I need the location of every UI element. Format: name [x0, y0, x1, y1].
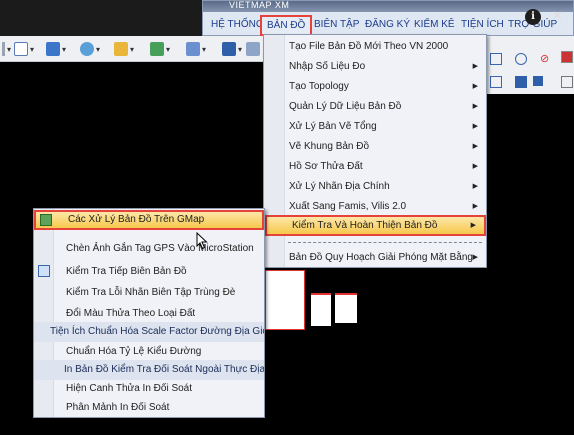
- gmap-icon: [40, 214, 52, 226]
- draw-icon-button[interactable]: ▾: [186, 41, 206, 57]
- document-icon-button[interactable]: ▾: [14, 41, 34, 57]
- image-icon-button[interactable]: ▾: [114, 41, 134, 57]
- image-icon: [114, 42, 128, 56]
- tool-icon-button[interactable]: [246, 41, 260, 57]
- menu-bien-tap[interactable]: BIÊN TẬP: [314, 19, 359, 30]
- layers-icon-button[interactable]: ▾: [46, 41, 66, 57]
- submenu-arrow-icon: ▶: [472, 163, 478, 170]
- submenu-arrow-icon: ▶: [472, 83, 478, 90]
- submenu-item[interactable]: Kiểm Tra Lỗi Nhãn Biên Tập Trùng Đè: [34, 283, 264, 303]
- dropdown-item[interactable]: Bản Đồ Quy Hoạch Giải Phóng Mặt Bằng ▶: [264, 247, 486, 268]
- square-icon[interactable]: [490, 76, 502, 88]
- dropdown-item[interactable]: Vẽ Khung Bản Đồ ▶: [264, 136, 486, 157]
- chart-icon: [150, 42, 164, 56]
- tiep-bien-icon: [38, 265, 50, 277]
- dropdown-item[interactable]: Hồ Sơ Thửa Đất ▶: [264, 156, 486, 177]
- submenu-arrow-icon: ▶: [472, 63, 478, 70]
- select-icon-button[interactable]: ▾: [222, 41, 242, 57]
- kiem-tra-submenu: Các Xử Lý Bản Đồ Trên GMap Chèn Ảnh Gắn …: [33, 208, 265, 418]
- ban-do-dropdown: Tạo File Bản Đồ Mới Theo VN 2000 Nhập Số…: [263, 34, 487, 268]
- submenu-item[interactable]: Kiểm Tra Tiếp Biên Bản Đồ: [34, 262, 264, 282]
- menu-dang-ky[interactable]: ĐĂNG KÝ: [365, 19, 410, 30]
- pointer-icon[interactable]: [561, 76, 573, 88]
- toolbar-grip: ▾: [2, 41, 11, 57]
- dropdown-item[interactable]: Nhập Số Liệu Đo ▶: [264, 56, 486, 77]
- tool-icon: [246, 42, 260, 56]
- right-toolbar: ⊘: [487, 46, 574, 94]
- menu-kiem-ke[interactable]: KIỂM KÊ: [414, 19, 455, 30]
- menu-he-thong[interactable]: HỆ THỐNG: [211, 19, 264, 30]
- dropdown-item[interactable]: Quản Lý Dữ Liệu Bản Đồ ▶: [264, 96, 486, 117]
- globe-icon: [80, 42, 94, 56]
- menu-bar: HỆ THỐNG BẢN ĐỒ BIÊN TẬP ĐĂNG KÝ KIỂM KÊ…: [203, 15, 573, 36]
- vietmap-window: VIETMAP XM HỆ THỐNG BẢN ĐỒ BIÊN TẬP ĐĂNG…: [202, 0, 574, 36]
- layers-icon: [46, 42, 60, 56]
- submenu-item[interactable]: Đổi Màu Thửa Theo Loại Đất: [34, 304, 264, 324]
- dropdown-item[interactable]: Xử Lý Nhãn Địa Chính ▶: [264, 176, 486, 197]
- submenu-item[interactable]: Hiện Canh Thửa In Đối Soát: [34, 379, 264, 399]
- circle-icon[interactable]: [515, 53, 527, 65]
- submenu-item-gmap-highlighted[interactable]: Các Xử Lý Bản Đồ Trên GMap: [34, 210, 264, 230]
- dropdown-item[interactable]: Tạo Topology ▶: [264, 76, 486, 97]
- submenu-item[interactable]: Phân Mảnh In Đối Soát: [34, 398, 264, 418]
- close-icon[interactable]: ✕: [552, 8, 563, 24]
- map-tool-icon[interactable]: [561, 51, 573, 63]
- map-sheet: [311, 293, 331, 326]
- vietmap-titlebar: VIETMAP XM: [203, 0, 573, 12]
- submenu-arrow-icon: ▶: [470, 222, 476, 229]
- chart-icon-button[interactable]: ▾: [150, 41, 170, 57]
- select-icon: [222, 42, 236, 56]
- no-icon[interactable]: ⊘: [540, 53, 552, 65]
- window-title: VIETMAP XM: [229, 0, 290, 10]
- rectangle-icon[interactable]: [490, 53, 502, 65]
- dropdown-item[interactable]: Tạo File Bản Đồ Mới Theo VN 2000: [264, 36, 486, 57]
- globe-icon-button[interactable]: ▾: [80, 41, 100, 57]
- map-sheet: [265, 270, 305, 330]
- submenu-item[interactable]: Chuẩn Hóa Tỷ Lệ Kiểu Đường: [34, 342, 264, 362]
- submenu-arrow-icon: ▶: [472, 103, 478, 110]
- fill-icon[interactable]: [515, 76, 527, 88]
- submenu-arrow-icon: ▶: [472, 183, 478, 190]
- dropdown-item-kiem-tra-highlighted[interactable]: Kiểm Tra Và Hoàn Thiện Bản Đồ ▶: [265, 215, 486, 236]
- document-icon: [14, 42, 28, 56]
- submenu-arrow-icon: ▶: [472, 123, 478, 130]
- submenu-arrow-icon: ▶: [472, 143, 478, 150]
- block-icon[interactable]: [533, 76, 543, 86]
- info-icon[interactable]: i: [525, 9, 541, 25]
- map-sheet: [335, 293, 357, 323]
- submenu-item[interactable]: Chèn Ảnh Gắn Tag GPS Vào MicroStation: [34, 239, 264, 259]
- submenu-item[interactable]: In Bản Đồ Kiểm Tra Đối Soát Ngoài Thực Đ…: [34, 360, 264, 380]
- dropdown-item[interactable]: Xuất Sang Famis, Vilis 2.0 ▶: [264, 196, 486, 217]
- submenu-item[interactable]: Tiện Ích Chuẩn Hóa Scale Factor Đường Đị…: [34, 322, 264, 342]
- menu-tien-ich[interactable]: TIỆN ÍCH: [461, 19, 504, 30]
- draw-icon: [186, 42, 200, 56]
- submenu-arrow-icon: ▶: [472, 203, 478, 210]
- menu-ban-do[interactable]: BẢN ĐỒ: [260, 15, 313, 36]
- submenu-arrow-icon: ▶: [472, 254, 478, 261]
- mouse-cursor-icon: [196, 232, 208, 250]
- dropdown-item[interactable]: Xử Lý Bản Vẽ Tổng ▶: [264, 116, 486, 137]
- dropdown-separator: [288, 242, 482, 243]
